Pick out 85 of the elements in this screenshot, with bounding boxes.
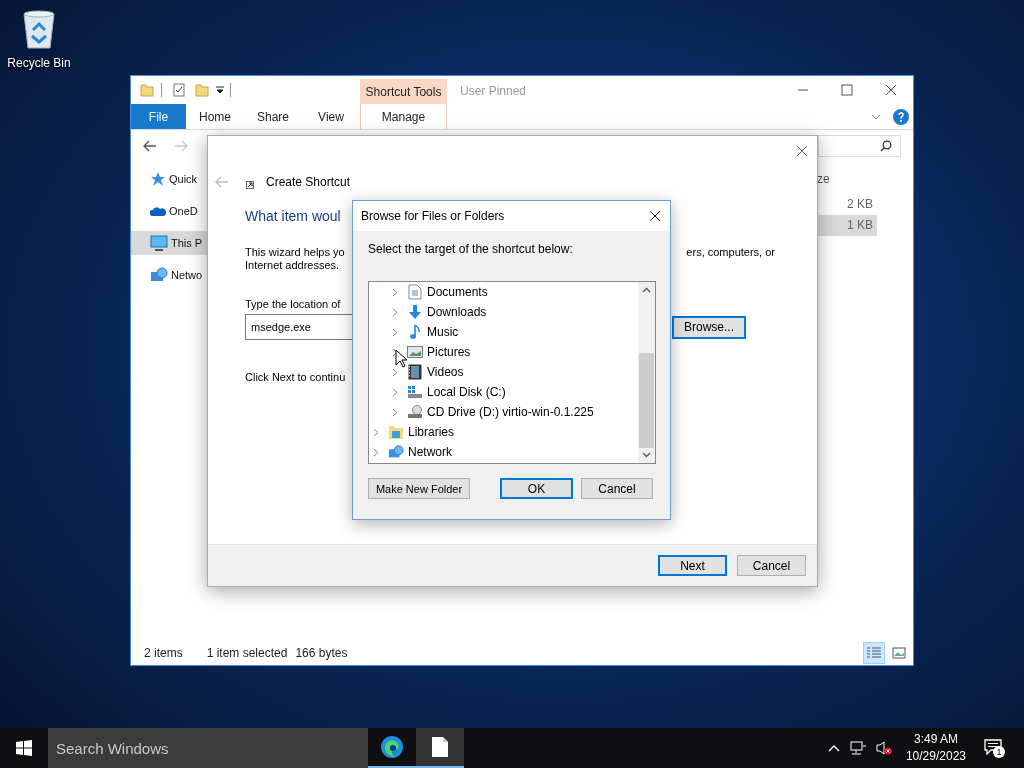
dialog-title: Browse for Files or Folders <box>361 209 505 223</box>
cancel-button[interactable]: Cancel <box>581 478 653 499</box>
navigation-item[interactable]: OneD <box>131 199 208 223</box>
cloud-icon <box>150 205 166 217</box>
clock-date[interactable]: 10/29/2023 <box>905 748 966 765</box>
wizard-heading: What item woul <box>245 208 341 226</box>
navigation-item[interactable]: This P <box>131 231 208 255</box>
search-icon <box>880 140 892 152</box>
monitor-icon <box>150 235 168 251</box>
search-field[interactable] <box>818 135 901 157</box>
music-note-icon <box>407 324 423 340</box>
network-status-icon[interactable] <box>848 740 867 756</box>
navigation-item[interactable]: Netwo <box>131 263 208 287</box>
tree-item[interactable]: Downloads <box>427 305 487 319</box>
chevron-up-icon[interactable] <box>827 744 840 752</box>
tree-item[interactable]: Videos <box>427 365 464 379</box>
tree-item[interactable]: Network <box>408 445 452 459</box>
cd-drive-icon <box>407 405 423 419</box>
selection-info: 1 item selected <box>206 646 288 660</box>
clock-time[interactable]: 3:49 AM <box>913 731 958 748</box>
folder-icon[interactable] <box>195 83 209 97</box>
tree-item[interactable]: Music <box>427 325 459 339</box>
network-icon <box>388 444 404 460</box>
tree-item[interactable]: Pictures <box>427 345 471 359</box>
network-icon <box>150 267 168 283</box>
ok-button[interactable]: OK <box>500 478 573 499</box>
location-label: Type the location of <box>245 298 341 310</box>
contextual-tab-group: Shortcut Tools <box>360 79 447 104</box>
navigation-item[interactable]: Quick <box>131 167 208 191</box>
size-cell[interactable]: 2 KB <box>817 194 877 215</box>
description-text: This wizard helps yo <box>245 246 345 258</box>
star-icon <box>150 171 166 187</box>
item-count: 2 items <box>144 646 183 660</box>
tree-item[interactable]: Documents <box>427 285 488 299</box>
cancel-button[interactable]: Cancel <box>737 555 806 576</box>
file-taskbar-button[interactable] <box>416 728 464 768</box>
tree-item[interactable]: CD Drive (D:) virtio-win-0.1.225 <box>427 405 594 419</box>
properties-icon[interactable] <box>172 83 186 97</box>
close-icon[interactable] <box>885 84 897 96</box>
notification-icon[interactable] <box>984 738 1002 755</box>
shortcut-icon <box>246 181 254 189</box>
dropdown-icon[interactable] <box>216 86 224 94</box>
recycle-bin-icon[interactable] <box>20 8 58 50</box>
details-view-button[interactable] <box>863 642 885 664</box>
instruction-text: Click Next to continu <box>245 371 346 383</box>
size-cell[interactable]: 1 KB <box>817 215 877 236</box>
tree-item[interactable]: Libraries <box>408 425 455 439</box>
maximize-icon[interactable] <box>841 84 853 96</box>
mouse-cursor-icon <box>395 349 407 368</box>
ribbon-tab[interactable]: File <box>131 104 186 129</box>
search-field[interactable]: Search Windows <box>48 728 368 768</box>
prompt-text: Select the target of the shortcut below: <box>368 242 574 258</box>
film-icon <box>407 364 423 380</box>
desktop-icon-label[interactable]: Recycle Bin <box>7 56 71 70</box>
document-icon <box>407 284 423 300</box>
folder-icon[interactable] <box>140 83 154 97</box>
notification-badge: 1 <box>993 745 1005 758</box>
wizard-title: Create Shortcut <box>266 175 351 189</box>
back-arrow-icon[interactable] <box>143 140 157 152</box>
drive-icon <box>407 385 423 399</box>
library-folder-icon <box>388 424 404 440</box>
tree-item[interactable]: Local Disk (C:) <box>427 385 506 399</box>
picture-icon <box>407 346 423 358</box>
file-icon <box>431 736 449 758</box>
scrollbar[interactable] <box>638 282 655 463</box>
down-arrow-icon <box>407 304 423 320</box>
browser-icon <box>380 735 404 759</box>
browse-button[interactable]: Browse... <box>672 315 746 339</box>
new-folder-button[interactable]: Make New Folder <box>368 478 470 499</box>
window-title: User Pinned <box>460 84 527 98</box>
windows-start-icon[interactable] <box>16 740 32 756</box>
column-header[interactable]: ze <box>817 172 913 194</box>
scroll-down-icon[interactable] <box>642 452 651 458</box>
selection-size: 166 bytes <box>295 646 348 660</box>
volume-muted-icon[interactable] <box>875 740 892 756</box>
scroll-up-icon[interactable] <box>642 287 651 293</box>
description-text: Internet addresses. <box>245 259 340 271</box>
ribbon-tab[interactable]: Manage <box>360 104 447 129</box>
thumbnail-view-icon <box>892 647 906 659</box>
next-button[interactable]: Next <box>658 555 727 576</box>
close-icon[interactable] <box>649 210 661 222</box>
help-icon[interactable] <box>893 108 909 125</box>
details-view-icon <box>866 646 882 660</box>
chevron-down-icon[interactable] <box>871 112 881 121</box>
description-text: ers, computers, or <box>686 246 775 258</box>
